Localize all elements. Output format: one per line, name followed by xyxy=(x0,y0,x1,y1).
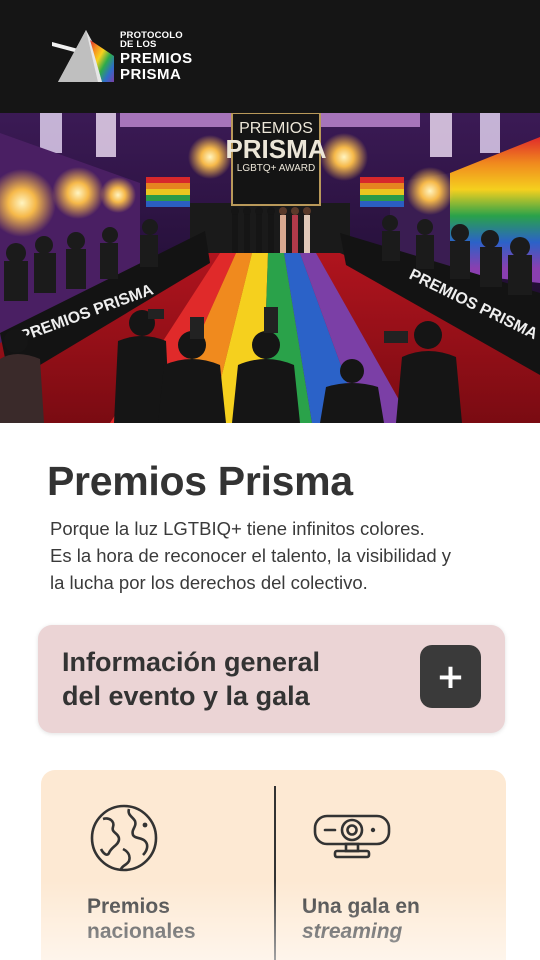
site-header: PROTOCOLO DE LOS PREMIOS PRISMA xyxy=(0,0,540,113)
accordion-label-line-1: Información general xyxy=(62,647,321,677)
globe-icon xyxy=(90,804,158,872)
intro-text: Porque la luz LGTBIQ+ tiene infinitos co… xyxy=(50,515,510,596)
prism-icon xyxy=(52,30,114,82)
accordion-label-line-2: del evento y la gala xyxy=(62,681,310,711)
plus-icon: + xyxy=(436,656,465,697)
webcam-icon xyxy=(313,814,391,859)
accordion-label: Información general del evento y la gala xyxy=(62,645,320,713)
feature-streaming: Una gala en streaming xyxy=(276,770,506,960)
page-title: Premios Prisma xyxy=(47,458,353,504)
intro-line-3: la lucha por los derechos del colectivo. xyxy=(50,572,368,593)
backdrop-tag: LGBTQ+ AWARD xyxy=(237,163,315,174)
event-info-accordion[interactable]: Información general del evento y la gala… xyxy=(38,625,505,733)
expand-button[interactable]: + xyxy=(420,645,481,708)
feature-streaming-line-1: Una gala en xyxy=(302,895,420,918)
logo-line-2: DE LOS xyxy=(120,39,157,50)
intro-line-1: Porque la luz LGTBIQ+ tiene infinitos co… xyxy=(50,518,425,539)
logo-line-3: PREMIOS xyxy=(120,49,193,67)
feature-label-national: Premios nacionales xyxy=(87,894,196,944)
site-logo[interactable]: PROTOCOLO DE LOS PREMIOS PRISMA xyxy=(52,28,193,84)
logo-line-4: PRISMA xyxy=(120,65,182,83)
backdrop-subtitle: PRISMA xyxy=(225,134,326,164)
hero-image: PREMIOS PRISMA LGBTQ+ AWARD PREMIOS PRIS… xyxy=(0,113,540,423)
features-card: Premios nacionales Una gala en streaming xyxy=(41,770,506,960)
intro-line-2: Es la hora de reconocer el talento, la v… xyxy=(50,545,452,566)
feature-streaming-line-2: streaming xyxy=(302,920,403,943)
feature-national-line-1: Premios xyxy=(87,895,170,918)
logo-wordmark: PROTOCOLO DE LOS PREMIOS PRISMA xyxy=(120,30,193,83)
feature-national-line-2: nacionales xyxy=(87,920,196,943)
feature-national-awards: Premios nacionales xyxy=(41,770,271,960)
feature-label-streaming: Una gala en streaming xyxy=(302,894,420,944)
